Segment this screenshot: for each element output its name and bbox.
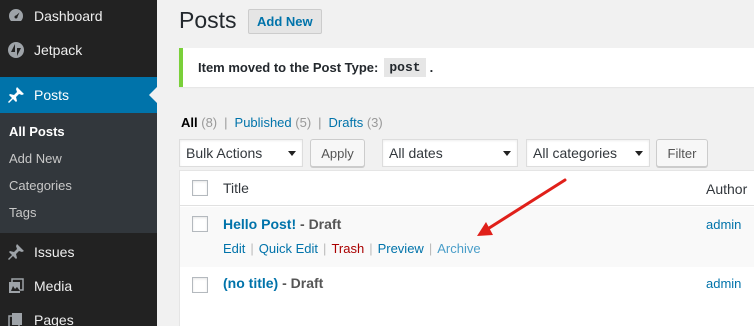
chevron-down-icon [503, 151, 511, 156]
filter-drafts[interactable]: Drafts [329, 115, 364, 130]
table-header: Title Author [180, 171, 754, 206]
post-state: - Draft [300, 216, 342, 232]
notice-text: Item moved to the Post Type: [198, 60, 379, 75]
admin-sidebar: Dashboard Jetpack Posts All Posts Add Ne… [0, 0, 157, 326]
dashboard-icon [6, 6, 26, 26]
post-title-link[interactable]: Hello Post! [223, 216, 296, 232]
row-actions: Edit | Quick Edit | Trash | Preview | Archive [223, 241, 481, 256]
apply-button[interactable]: Apply [310, 139, 365, 167]
archive-link[interactable]: Archive [437, 241, 480, 256]
author-link[interactable]: admin [706, 276, 741, 291]
updated-notice: Item moved to the Post Type: post . [179, 48, 754, 87]
notice-post-type: post [384, 58, 426, 77]
pin-icon [6, 85, 26, 105]
notice-suffix: . [429, 60, 434, 75]
sidebar-item-posts[interactable]: Posts [0, 77, 157, 113]
post-title: Hello Post! - Draft [223, 216, 341, 232]
sidebar-item-label: Issues [34, 244, 75, 260]
posts-table: Title Author Hello Post! - Draft Edit | Qu… [179, 170, 754, 326]
filter-published-count: (5) [295, 115, 312, 130]
posts-submenu: All Posts Add New Categories Tags [0, 113, 157, 233]
filter-published[interactable]: Published [235, 115, 292, 130]
date-filter-value: All dates [389, 145, 443, 161]
trash-link[interactable]: Trash [331, 241, 364, 256]
sidebar-item-label: Jetpack [34, 42, 83, 58]
submenu-add-new[interactable]: Add New [9, 151, 62, 166]
add-new-button[interactable]: Add New [248, 9, 322, 34]
filter-separator: | [318, 115, 322, 130]
filter-all[interactable]: All [181, 115, 198, 130]
bulk-actions-select[interactable]: Bulk Actions [179, 139, 303, 167]
status-filters: All (8) | Published (5) | Drafts (3) [181, 115, 383, 130]
submenu-tags[interactable]: Tags [9, 205, 36, 220]
table-row: Hello Post! - Draft Edit | Quick Edit | Tras… [180, 207, 754, 267]
action-separator: | [250, 241, 254, 256]
filter-all-count: (8) [201, 115, 218, 130]
post-title-link[interactable]: (no title) [223, 275, 278, 291]
filter-separator: | [224, 115, 228, 130]
chevron-down-icon [288, 151, 296, 156]
quick-edit-link[interactable]: Quick Edit [259, 241, 318, 256]
post-state: - Draft [282, 275, 324, 291]
column-title[interactable]: Title [223, 180, 249, 196]
page-title: Posts [179, 7, 237, 33]
sidebar-item-label: Media [34, 278, 73, 294]
date-filter-select[interactable]: All dates [382, 139, 518, 167]
category-filter-value: All categories [533, 145, 618, 161]
filter-drafts-count: (3) [366, 115, 383, 130]
sidebar-item-label: Posts [34, 87, 70, 103]
media-icon [6, 276, 26, 296]
chevron-down-icon [635, 151, 643, 156]
sidebar-item-label: Pages [34, 312, 74, 326]
sidebar-item-issues[interactable]: Issues [0, 234, 157, 270]
action-separator: | [369, 241, 373, 256]
submenu-categories[interactable]: Categories [9, 178, 72, 193]
row-checkbox[interactable] [192, 277, 208, 293]
column-author: Author [706, 181, 748, 197]
category-filter-select[interactable]: All categories [526, 139, 650, 167]
filter-button[interactable]: Filter [656, 139, 708, 167]
pages-icon [6, 310, 26, 326]
sidebar-item-jetpack[interactable]: Jetpack [0, 32, 157, 68]
jetpack-icon [6, 40, 26, 60]
sidebar-item-pages[interactable]: Pages [0, 302, 157, 326]
preview-link[interactable]: Preview [378, 241, 424, 256]
sidebar-item-label: Dashboard [34, 8, 103, 24]
action-separator: | [428, 241, 433, 256]
bulk-actions-value: Bulk Actions [186, 145, 263, 161]
post-title: (no title) - Draft [223, 275, 323, 291]
edit-link[interactable]: Edit [223, 241, 245, 256]
action-separator: | [323, 241, 327, 256]
table-row: (no title) - Draft admin [180, 267, 754, 326]
sidebar-item-media[interactable]: Media [0, 268, 157, 304]
pin-icon [6, 242, 26, 262]
select-all-checkbox[interactable] [192, 180, 208, 196]
author-link[interactable]: admin [706, 217, 741, 232]
row-checkbox[interactable] [192, 216, 208, 232]
sidebar-item-dashboard[interactable]: Dashboard [0, 0, 157, 34]
submenu-all-posts[interactable]: All Posts [9, 124, 65, 139]
